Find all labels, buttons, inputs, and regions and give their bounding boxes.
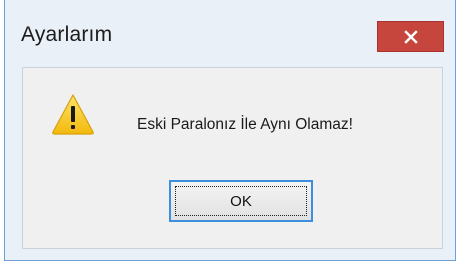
dialog-message: Eski Paralonız İle Aynı Olamaz! — [137, 116, 353, 133]
ok-button[interactable]: OK — [169, 180, 313, 222]
close-icon — [403, 29, 418, 44]
dialog-window: Ayarlarım Eski Paralonız İle Aynı Olamaz… — [4, 0, 456, 261]
dialog-body: Eski Paralonız İle Aynı Olamaz! OK — [22, 67, 443, 249]
ok-button-label: OK — [230, 192, 252, 210]
warning-icon — [51, 93, 95, 135]
close-button[interactable] — [377, 21, 444, 52]
window-title: Ayarlarım — [21, 23, 113, 46]
title-bar[interactable]: Ayarlarım — [5, 0, 455, 68]
